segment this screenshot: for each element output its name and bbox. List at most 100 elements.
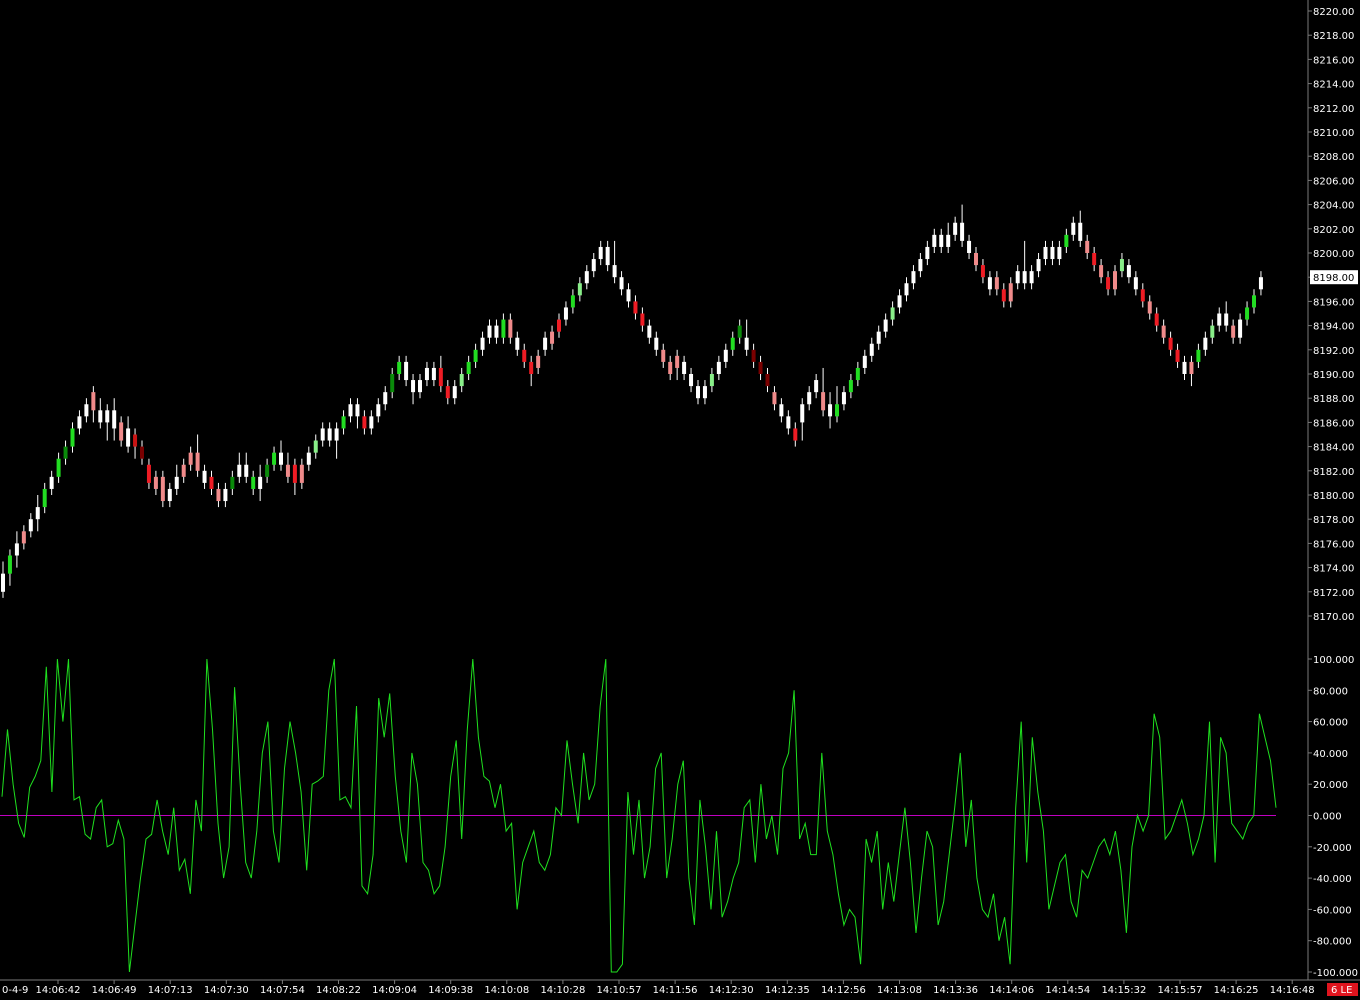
time-tick-label: 14:06:49 xyxy=(92,985,137,996)
last-price-label: 8198.00 xyxy=(1313,273,1354,284)
candle-body xyxy=(1001,289,1006,302)
candle-body xyxy=(1043,246,1048,260)
candle-body xyxy=(119,422,124,441)
candle-body xyxy=(800,404,805,423)
chart-canvas[interactable]: 8220.00 8218.00 8216.00 8214.00 8212.00 8210.… xyxy=(0,0,1360,996)
price-tick-label: 8176.00 xyxy=(1313,539,1354,550)
candle-body xyxy=(397,361,402,374)
candle-body xyxy=(591,259,596,272)
price-tick-label: 8174.00 xyxy=(1313,564,1354,575)
candle-body xyxy=(1050,246,1055,260)
candle-body xyxy=(14,543,19,556)
candle-body xyxy=(730,337,735,350)
candle-body xyxy=(1064,234,1069,247)
candle-body xyxy=(967,240,972,253)
candle-body xyxy=(584,271,589,284)
time-tick-label: 14:11:56 xyxy=(653,985,698,996)
time-tick-label: 14:08:22 xyxy=(316,985,361,996)
candle-body xyxy=(1189,361,1194,374)
candle-body xyxy=(918,259,923,272)
candle-body xyxy=(640,313,645,326)
candle-body xyxy=(994,277,999,290)
candle-body xyxy=(737,325,742,338)
candle-body xyxy=(452,386,457,399)
candle-body xyxy=(869,343,874,356)
candle-body xyxy=(543,337,548,350)
instrument-badge[interactable]: 6 LE xyxy=(1327,983,1358,996)
time-tick-label: 14:12:30 xyxy=(709,985,754,996)
candle-body xyxy=(661,349,666,362)
candle-body xyxy=(1175,349,1180,362)
candle-body xyxy=(424,367,429,381)
price-tick-label: 8184.00 xyxy=(1313,443,1354,454)
candle-body xyxy=(709,374,714,387)
candle-body xyxy=(133,434,138,447)
time-tick-label: 14:07:54 xyxy=(260,985,305,996)
candle-body xyxy=(925,246,930,260)
candle-body xyxy=(744,337,749,350)
candle-body xyxy=(772,392,777,405)
candle-body xyxy=(835,404,839,417)
candle-body xyxy=(1126,265,1131,278)
price-tick-label: 8212.00 xyxy=(1313,104,1354,115)
candle-body xyxy=(327,428,332,441)
candle-body xyxy=(1029,271,1034,284)
candle-body xyxy=(807,392,812,405)
candle-body xyxy=(946,234,951,247)
indicator-tick-label: -100.000 xyxy=(1313,968,1358,979)
trading-chart[interactable]: 8220.00 8218.00 8216.00 8214.00 8212.00 8210.… xyxy=(0,0,1360,996)
price-tick-label: 8188.00 xyxy=(1313,394,1354,405)
candle-body xyxy=(292,464,297,483)
candle-body xyxy=(473,349,478,362)
candle-body xyxy=(1154,313,1159,326)
candle-body xyxy=(77,416,82,429)
candle-body xyxy=(174,476,179,489)
candle-body xyxy=(987,277,992,290)
candle-body xyxy=(654,337,659,350)
price-tick-label: 8204.00 xyxy=(1313,201,1354,212)
candle-body xyxy=(7,555,12,574)
time-tick-label: 14:15:57 xyxy=(1158,985,1203,996)
candle-body xyxy=(383,392,388,405)
time-tick-label: 14:07:13 xyxy=(148,985,193,996)
candle-body xyxy=(418,380,422,393)
candle-body xyxy=(1133,277,1138,290)
candle-body xyxy=(570,295,575,308)
candle-body xyxy=(682,361,687,374)
candle-body xyxy=(431,367,436,381)
candle-body xyxy=(223,488,228,502)
candle-body xyxy=(445,386,450,399)
candle-body xyxy=(1245,307,1250,320)
candle-body xyxy=(793,428,798,441)
price-tick-label: 8206.00 xyxy=(1313,176,1354,187)
candle-body xyxy=(1231,325,1236,338)
candle-body xyxy=(862,355,867,368)
candle-body xyxy=(529,361,534,374)
candle-body xyxy=(550,331,555,344)
time-tick-label: 14:16:48 xyxy=(1270,985,1315,996)
candle-body xyxy=(1022,271,1027,284)
candle-body xyxy=(1085,240,1090,253)
candle-body xyxy=(153,476,158,489)
indicator-tick-label: 0.000 xyxy=(1313,812,1342,823)
time-tick-label: 14:06:42 xyxy=(36,985,81,996)
price-tick-label: 8218.00 xyxy=(1313,31,1354,42)
candle-body xyxy=(202,470,207,483)
candle-body xyxy=(1008,283,1013,302)
candle-body xyxy=(279,452,283,465)
price-tick-label: 8178.00 xyxy=(1313,515,1354,526)
candle-body xyxy=(563,307,568,320)
candle-body xyxy=(84,404,89,417)
candle-body xyxy=(494,325,499,338)
candle-body xyxy=(1,573,5,592)
candle-body xyxy=(953,222,958,235)
candle-body xyxy=(348,404,353,417)
candle-body xyxy=(56,458,61,477)
candle-body xyxy=(1147,301,1152,314)
candle-body xyxy=(626,289,631,302)
candle-body xyxy=(855,367,860,381)
candle-body xyxy=(334,428,339,441)
price-tick-label: 8170.00 xyxy=(1313,612,1354,623)
candle-body xyxy=(751,349,756,362)
candle-body xyxy=(876,331,881,344)
